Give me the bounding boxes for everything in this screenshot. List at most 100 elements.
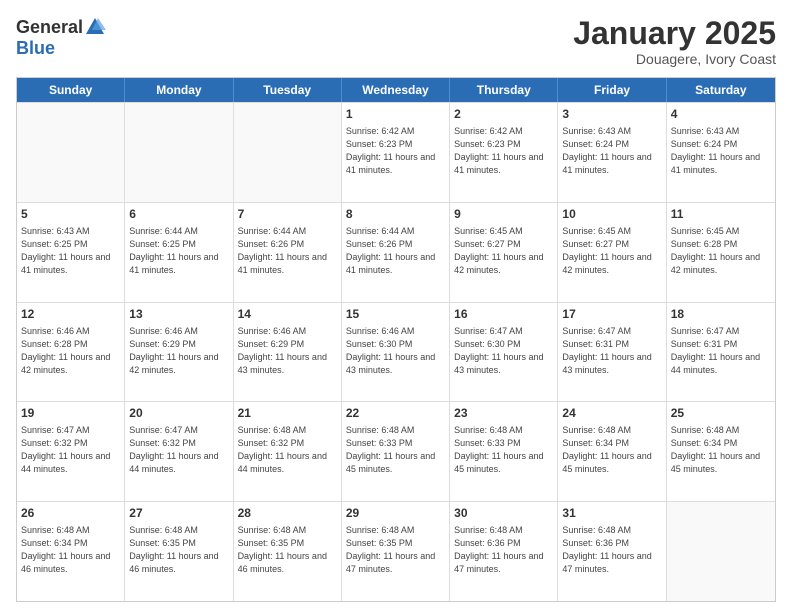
day-info: Sunrise: 6:48 AMSunset: 6:36 PMDaylight:…: [562, 524, 661, 576]
day-info: Sunrise: 6:47 AMSunset: 6:31 PMDaylight:…: [671, 325, 771, 377]
day-number: 11: [671, 206, 771, 223]
cal-cell-1-2: [125, 103, 233, 202]
day-info: Sunrise: 6:44 AMSunset: 6:25 PMDaylight:…: [129, 225, 228, 277]
cal-cell-1-6: 3Sunrise: 6:43 AMSunset: 6:24 PMDaylight…: [558, 103, 666, 202]
page: General Blue January 2025 Douagere, Ivor…: [0, 0, 792, 612]
day-info: Sunrise: 6:48 AMSunset: 6:35 PMDaylight:…: [346, 524, 445, 576]
week-row-4: 19 Sunrise: 6:47 AMSunset: 6:32 PMDayligh…: [17, 401, 775, 501]
cal-cell-3-3: 14 Sunrise: 6:46 AMSunset: 6:29 PMDayligh…: [234, 303, 342, 402]
cal-cell-5-6: 31Sunrise: 6:48 AMSunset: 6:36 PMDayligh…: [558, 502, 666, 601]
day-info: Sunrise: 6:48 AMSunset: 6:34 PMDaylight:…: [671, 424, 771, 476]
cal-cell-1-5: 2 Sunrise: 6:42 AMSunset: 6:23 PMDaylight…: [450, 103, 558, 202]
day-info: Sunrise: 6:48 AMSunset: 6:33 PMDaylight:…: [454, 424, 553, 476]
calendar-header-row: Sunday Monday Tuesday Wednesday Thursday…: [17, 78, 775, 102]
day-number: 15: [346, 306, 445, 323]
cal-cell-1-7: 4Sunrise: 6:43 AMSunset: 6:24 PMDaylight…: [667, 103, 775, 202]
day-number: 17: [562, 306, 661, 323]
calendar-body: 1 Sunrise: 6:42 AMSunset: 6:23 PMDaylight…: [17, 102, 775, 601]
header-tuesday: Tuesday: [234, 78, 342, 102]
cal-cell-3-1: 12Sunrise: 6:46 AMSunset: 6:28 PMDayligh…: [17, 303, 125, 402]
day-number: 5: [21, 206, 120, 223]
day-number: 14: [238, 306, 337, 323]
day-number: 20: [129, 405, 228, 422]
week-row-2: 5 Sunrise: 6:43 AMSunset: 6:25 PMDaylight…: [17, 202, 775, 302]
logo-icon: [84, 16, 106, 38]
cal-cell-3-6: 17 Sunrise: 6:47 AMSunset: 6:31 PMDayligh…: [558, 303, 666, 402]
day-info: Sunrise: 6:43 AMSunset: 6:24 PMDaylight:…: [562, 125, 661, 177]
day-number: 27: [129, 505, 228, 522]
header-friday: Friday: [558, 78, 666, 102]
cal-cell-5-5: 30Sunrise: 6:48 AMSunset: 6:36 PMDayligh…: [450, 502, 558, 601]
cal-cell-1-4: 1 Sunrise: 6:42 AMSunset: 6:23 PMDaylight…: [342, 103, 450, 202]
day-info: Sunrise: 6:46 AMSunset: 6:29 PMDaylight:…: [129, 325, 228, 377]
calendar: Sunday Monday Tuesday Wednesday Thursday…: [16, 77, 776, 602]
cal-cell-4-2: 20 Sunrise: 6:47 AMSunset: 6:32 PMDayligh…: [125, 402, 233, 501]
day-info: Sunrise: 6:46 AMSunset: 6:30 PMDaylight:…: [346, 325, 445, 377]
day-info: Sunrise: 6:46 AMSunset: 6:28 PMDaylight:…: [21, 325, 120, 377]
header-thursday: Thursday: [450, 78, 558, 102]
day-info: Sunrise: 6:44 AMSunset: 6:26 PMDaylight:…: [238, 225, 337, 277]
cal-cell-4-7: 25 Sunrise: 6:48 AMSunset: 6:34 PMDayligh…: [667, 402, 775, 501]
day-number: 1: [346, 106, 445, 123]
day-info: Sunrise: 6:47 AMSunset: 6:32 PMDaylight:…: [21, 424, 120, 476]
logo-general-text: General: [16, 17, 83, 38]
day-number: 2: [454, 106, 553, 123]
week-row-3: 12Sunrise: 6:46 AMSunset: 6:28 PMDayligh…: [17, 302, 775, 402]
logo: General Blue: [16, 16, 107, 59]
day-info: Sunrise: 6:44 AMSunset: 6:26 PMDaylight:…: [346, 225, 445, 277]
day-info: Sunrise: 6:45 AMSunset: 6:28 PMDaylight:…: [671, 225, 771, 277]
title-block: January 2025 Douagere, Ivory Coast: [573, 16, 776, 67]
day-number: 28: [238, 505, 337, 522]
header-sunday: Sunday: [17, 78, 125, 102]
day-info: Sunrise: 6:47 AMSunset: 6:30 PMDaylight:…: [454, 325, 553, 377]
day-number: 30: [454, 505, 553, 522]
day-info: Sunrise: 6:46 AMSunset: 6:29 PMDaylight:…: [238, 325, 337, 377]
day-number: 6: [129, 206, 228, 223]
day-info: Sunrise: 6:45 AMSunset: 6:27 PMDaylight:…: [562, 225, 661, 277]
day-number: 25: [671, 405, 771, 422]
cal-cell-3-2: 13 Sunrise: 6:46 AMSunset: 6:29 PMDayligh…: [125, 303, 233, 402]
day-info: Sunrise: 6:47 AMSunset: 6:32 PMDaylight:…: [129, 424, 228, 476]
day-number: 10: [562, 206, 661, 223]
day-number: 9: [454, 206, 553, 223]
day-info: Sunrise: 6:42 AMSunset: 6:23 PMDaylight:…: [346, 125, 445, 177]
day-info: Sunrise: 6:47 AMSunset: 6:31 PMDaylight:…: [562, 325, 661, 377]
header-monday: Monday: [125, 78, 233, 102]
day-info: Sunrise: 6:48 AMSunset: 6:32 PMDaylight:…: [238, 424, 337, 476]
day-number: 7: [238, 206, 337, 223]
cal-cell-3-7: 18 Sunrise: 6:47 AMSunset: 6:31 PMDayligh…: [667, 303, 775, 402]
logo-blue-text: Blue: [16, 38, 55, 58]
day-info: Sunrise: 6:43 AMSunset: 6:25 PMDaylight:…: [21, 225, 120, 277]
day-info: Sunrise: 6:42 AMSunset: 6:23 PMDaylight:…: [454, 125, 553, 177]
day-number: 21: [238, 405, 337, 422]
cal-cell-2-7: 11 Sunrise: 6:45 AMSunset: 6:28 PMDayligh…: [667, 203, 775, 302]
day-number: 4: [671, 106, 771, 123]
cal-cell-4-6: 24Sunrise: 6:48 AMSunset: 6:34 PMDayligh…: [558, 402, 666, 501]
cal-cell-3-5: 16 Sunrise: 6:47 AMSunset: 6:30 PMDayligh…: [450, 303, 558, 402]
cal-cell-2-3: 7 Sunrise: 6:44 AMSunset: 6:26 PMDaylight…: [234, 203, 342, 302]
day-number: 18: [671, 306, 771, 323]
day-info: Sunrise: 6:48 AMSunset: 6:34 PMDaylight:…: [21, 524, 120, 576]
day-info: Sunrise: 6:48 AMSunset: 6:35 PMDaylight:…: [129, 524, 228, 576]
week-row-1: 1 Sunrise: 6:42 AMSunset: 6:23 PMDaylight…: [17, 102, 775, 202]
day-number: 8: [346, 206, 445, 223]
day-number: 13: [129, 306, 228, 323]
cal-cell-5-2: 27 Sunrise: 6:48 AMSunset: 6:35 PMDayligh…: [125, 502, 233, 601]
cal-cell-4-4: 22Sunrise: 6:48 AMSunset: 6:33 PMDayligh…: [342, 402, 450, 501]
week-row-5: 26 Sunrise: 6:48 AMSunset: 6:34 PMDayligh…: [17, 501, 775, 601]
day-number: 16: [454, 306, 553, 323]
day-number: 22: [346, 405, 445, 422]
day-info: Sunrise: 6:48 AMSunset: 6:35 PMDaylight:…: [238, 524, 337, 576]
header-wednesday: Wednesday: [342, 78, 450, 102]
cal-cell-2-4: 8 Sunrise: 6:44 AMSunset: 6:26 PMDaylight…: [342, 203, 450, 302]
day-number: 26: [21, 505, 120, 522]
cal-cell-5-7: [667, 502, 775, 601]
day-info: Sunrise: 6:45 AMSunset: 6:27 PMDaylight:…: [454, 225, 553, 277]
header-saturday: Saturday: [667, 78, 775, 102]
cal-cell-1-3: [234, 103, 342, 202]
day-number: 19: [21, 405, 120, 422]
calendar-subtitle: Douagere, Ivory Coast: [573, 51, 776, 67]
cal-cell-5-4: 29 Sunrise: 6:48 AMSunset: 6:35 PMDayligh…: [342, 502, 450, 601]
cal-cell-4-5: 23Sunrise: 6:48 AMSunset: 6:33 PMDayligh…: [450, 402, 558, 501]
day-number: 29: [346, 505, 445, 522]
